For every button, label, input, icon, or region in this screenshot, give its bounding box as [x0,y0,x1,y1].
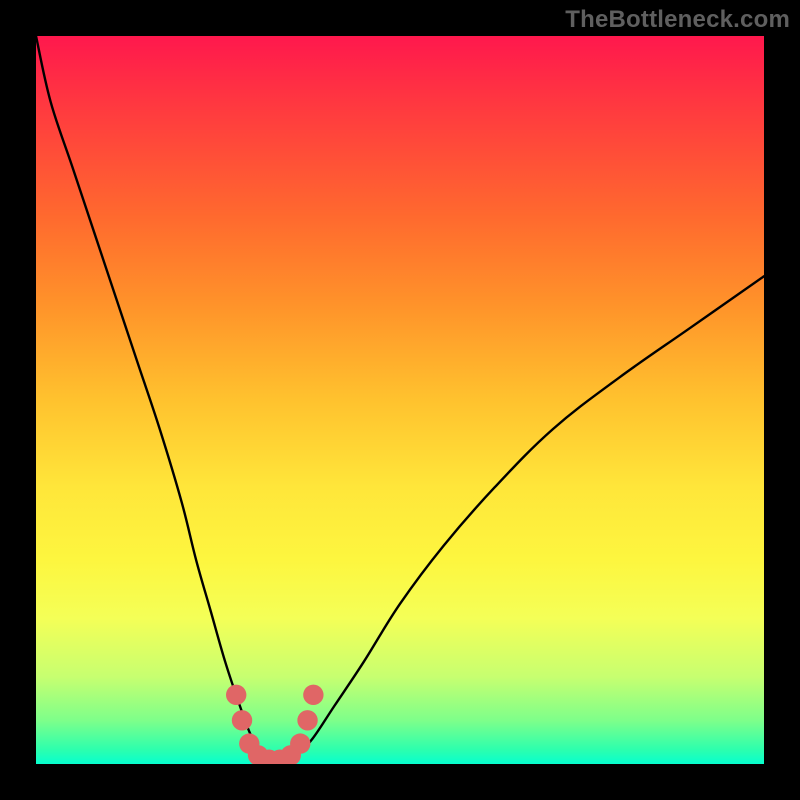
markers-layer [36,36,764,764]
plot-area [36,36,764,764]
valley-marker [303,685,323,705]
valley-marker [290,733,310,753]
valley-marker [297,710,317,730]
attribution-text: TheBottleneck.com [565,6,790,34]
valley-marker [232,710,252,730]
outer-frame: TheBottleneck.com [0,0,800,800]
valley-markers [226,685,324,764]
valley-marker [226,685,246,705]
